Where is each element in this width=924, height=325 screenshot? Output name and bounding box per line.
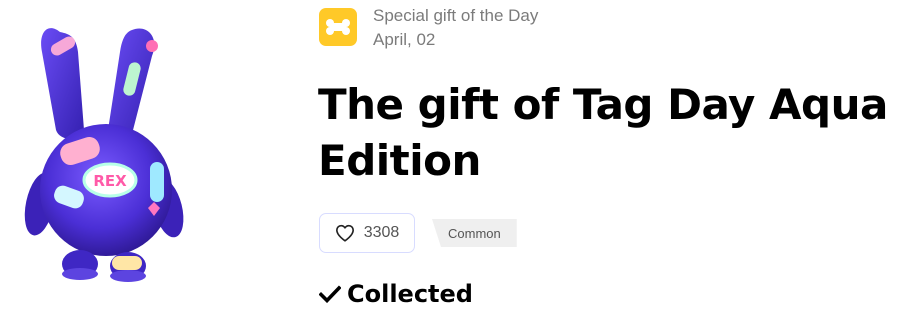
gift-date: April, 02 (373, 30, 436, 49)
gift-card: REX Special gift of the Day April, 02 Th… (0, 0, 924, 325)
checkmark-icon (319, 285, 341, 303)
collected-status: Collected (319, 280, 473, 308)
svg-text:REX: REX (93, 172, 127, 190)
bone-icon (319, 8, 357, 46)
gift-image: REX (24, 28, 184, 282)
gift-stats: 3308 Common (319, 213, 517, 253)
gift-category: Special gift of the Day (373, 6, 539, 25)
gift-of-day-header: Special gift of the Day April, 02 (319, 4, 538, 52)
like-button[interactable]: 3308 (319, 213, 415, 253)
gift-title: The gift of Tag Day Aqua Edition (318, 80, 888, 185)
rarity-badge: Common (432, 219, 517, 247)
heart-outline-icon (335, 224, 354, 242)
like-count: 3308 (363, 224, 400, 241)
collected-label: Collected (347, 280, 473, 308)
